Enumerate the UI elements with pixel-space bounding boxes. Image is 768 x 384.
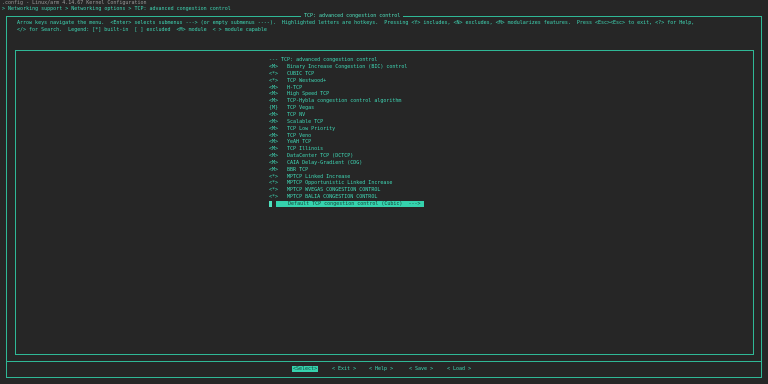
menu-item-label: CUBIC TCP bbox=[287, 70, 315, 77]
select-button[interactable]: <Select> bbox=[292, 366, 319, 372]
menu-item-label: TCP Vegas bbox=[287, 105, 315, 112]
menu-item-mark: <M> bbox=[269, 111, 279, 118]
menu-item[interactable]: <*> MPTCP BALIA CONGESTION CONTROL bbox=[269, 194, 377, 200]
menu-item-label: TCP Veno bbox=[287, 132, 312, 139]
menu-item-label: DataCenter TCP (DCTCP) bbox=[287, 153, 354, 160]
menu-item-label: TCP Westwood+ bbox=[287, 77, 327, 84]
menu-item-label: MPTCP WVEGAS CONGESTION CONTROL bbox=[287, 187, 381, 194]
help-line-2: </> for Search. Legend: [*] built-in [ ]… bbox=[17, 27, 267, 33]
menu-item-mark: <M> bbox=[269, 118, 279, 125]
menu-item-mark: <M> bbox=[269, 84, 279, 91]
menu-item-label: TCP Illinois bbox=[287, 146, 324, 153]
menu-item-mark: <*> bbox=[269, 194, 279, 201]
menu-item-default-tcp[interactable]: Default TCP congestion control (Cubic) -… bbox=[276, 201, 424, 207]
menu-item[interactable]: <M> TCP-Hybla congestion control algorith… bbox=[269, 98, 401, 104]
button-separator bbox=[6, 361, 762, 362]
menu-item-mark: <M> bbox=[269, 166, 279, 173]
menu-item[interactable]: <M> TCP Illinois bbox=[269, 146, 323, 152]
menu-item-label: MPTCP Opportunistic Linked Increase bbox=[287, 180, 393, 187]
menu-item-mark: <M> bbox=[269, 132, 279, 139]
menu-item[interactable]: <M> H-TCP bbox=[269, 85, 302, 91]
menu-item[interactable]: <*> MPTCP Opportunistic Linked Increase bbox=[269, 180, 392, 186]
menu-item-label: High Speed TCP bbox=[287, 91, 330, 98]
menu-item[interactable]: <*> MPTCP WVEGAS CONGESTION CONTROL bbox=[269, 187, 380, 193]
menu-item[interactable]: <*> TCP Westwood+ bbox=[269, 78, 326, 84]
menu-item[interactable]: <M> TCP Veno bbox=[269, 133, 311, 139]
menu-item[interactable]: <M> Binary Increase Congestion (BIC) cont… bbox=[269, 64, 407, 70]
menu-item-label: TCP-Hybla congestion control algorithm bbox=[287, 98, 402, 105]
menu-item-label: TCP Low Priority bbox=[287, 125, 336, 132]
menu-item[interactable]: <*> CUBIC TCP bbox=[269, 71, 314, 77]
menu-item-mark: <*> bbox=[269, 187, 279, 194]
load-button[interactable]: < Load > bbox=[447, 366, 471, 372]
menu-item[interactable]: <M> DataCenter TCP (DCTCP) bbox=[269, 153, 353, 159]
menu-item-mark: <M> bbox=[269, 91, 279, 98]
menu-item[interactable]: {M} TCP Vegas bbox=[269, 105, 314, 111]
menu-item-label: Binary Increase Congestion (BIC) control bbox=[287, 64, 408, 70]
menu-item-mark: <M> bbox=[269, 125, 279, 132]
menu-item-label: BBR TCP bbox=[287, 166, 309, 173]
menu-item-mark: <M> bbox=[269, 139, 279, 146]
menu-item-label: Scalable TCP bbox=[287, 118, 324, 125]
help-button[interactable]: < Help > bbox=[369, 366, 393, 372]
menu-item-mark: <*> bbox=[269, 77, 279, 84]
menu-item[interactable]: <M> YeAH TCP bbox=[269, 139, 311, 145]
save-button[interactable]: < Save > bbox=[409, 366, 433, 372]
menu-item-label: TCP NV bbox=[287, 111, 306, 118]
menu-item[interactable]: <M> Scalable TCP bbox=[269, 119, 323, 125]
menu-header: --- TCP: advanced congestion control bbox=[269, 57, 378, 63]
menu-item[interactable]: <M> TCP Low Priority bbox=[269, 126, 335, 132]
menu-item-label: MPTCP Linked Increase bbox=[287, 173, 351, 180]
menu-item[interactable]: <M> TCP NV bbox=[269, 112, 305, 118]
menu-item[interactable]: <*> MPTCP Linked Increase bbox=[269, 174, 350, 180]
breadcrumb: > Networking support > Networking option… bbox=[2, 6, 231, 12]
cursor-block bbox=[269, 201, 272, 207]
help-line-1: Arrow keys navigate the menu. <Enter> se… bbox=[17, 20, 695, 26]
menu-item-label: YeAH TCP bbox=[287, 139, 312, 146]
menu-item-mark: {M} bbox=[269, 105, 279, 112]
menu-item-label: H-TCP bbox=[287, 84, 303, 91]
menu-item[interactable]: <M> BBR TCP bbox=[269, 167, 308, 173]
menu-item-label: CAIA Delay-Gradient (CDG) bbox=[287, 159, 363, 166]
menu-item-mark: <M> bbox=[269, 153, 279, 160]
menu-item[interactable]: <M> CAIA Delay-Gradient (CDG) bbox=[269, 160, 362, 166]
menu-item-mark: <*> bbox=[269, 173, 279, 180]
menu-item-mark: <M> bbox=[269, 159, 279, 166]
menu-item-mark: <*> bbox=[269, 70, 279, 77]
menu-item-mark: <M> bbox=[269, 98, 279, 105]
menu-item-mark: <M> bbox=[269, 146, 279, 153]
menu-item-mark: <*> bbox=[269, 180, 279, 187]
exit-button[interactable]: < Exit > bbox=[332, 366, 356, 372]
menu-item-label: MPTCP BALIA CONGESTION CONTROL bbox=[287, 194, 378, 201]
dialog-title: TCP: advanced congestion control bbox=[301, 13, 404, 19]
menu-item-mark: <M> bbox=[269, 64, 279, 70]
menu-item[interactable]: <M> High Speed TCP bbox=[269, 91, 329, 97]
